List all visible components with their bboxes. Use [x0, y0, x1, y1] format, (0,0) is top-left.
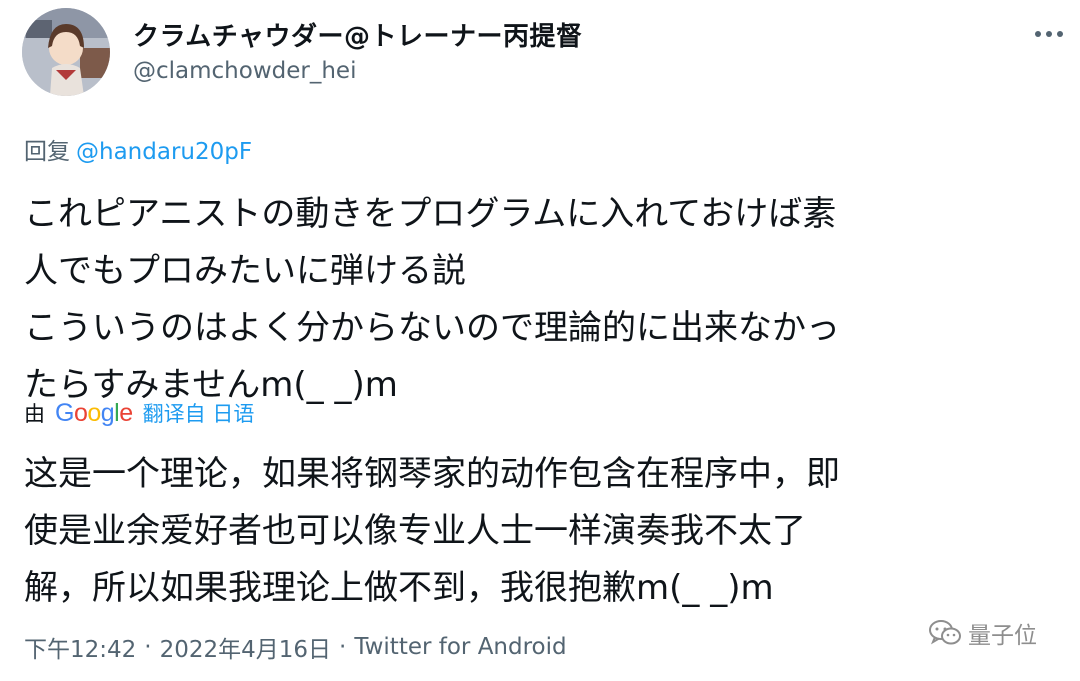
reply-prefix: 回复 — [24, 139, 70, 165]
more-options-icon[interactable] — [1027, 12, 1071, 56]
reply-context: 回复 @handaru20pF — [24, 132, 252, 166]
tweet-time-link[interactable]: 下午12:42 — [24, 630, 136, 664]
translated-text: 这是一个理论，如果将钢琴家的动作包含在程序中，即 使是业余爱好者也可以像专业人士… — [24, 454, 840, 608]
google-letter: o — [87, 399, 101, 427]
google-letter: o — [73, 399, 88, 427]
display-name[interactable]: クラムチャウダー@トレーナー丙提督 — [133, 16, 582, 53]
wechat-icon — [929, 620, 961, 645]
tweet-date-link[interactable]: 2022年4月16日 — [160, 630, 331, 664]
more-dot — [1046, 31, 1052, 37]
user-handle[interactable]: @clamchowder_hei — [133, 58, 356, 84]
google-letter: e — [119, 399, 133, 427]
reply-mention-link[interactable]: @handaru20pF — [76, 139, 252, 165]
meta-separator: · — [339, 634, 347, 660]
meta-separator: · — [144, 634, 152, 660]
avatar[interactable] — [22, 8, 110, 96]
translation-attribution: 由 Google 翻译自 日语 — [24, 398, 254, 428]
google-logo: Google — [55, 399, 133, 428]
more-dot — [1035, 31, 1041, 37]
google-letter: G — [55, 399, 74, 427]
more-dot — [1057, 31, 1063, 37]
watermark: 量子位 — [928, 616, 1037, 650]
watermark-text: 量子位 — [968, 623, 1037, 649]
tweet-text: これピアニストの動きをプログラムに入れておけば素 人でもプロみたいに弾ける説 こ… — [24, 194, 840, 405]
avatar-image — [22, 8, 110, 96]
tweet-source-link[interactable]: Twitter for Android — [354, 634, 566, 660]
tweet-metadata: 下午12:42 · 2022年4月16日 · Twitter for Andro… — [24, 630, 567, 664]
translated-from-link[interactable]: 翻译自 日语 — [143, 398, 255, 428]
translation-prefix: 由 — [24, 402, 45, 426]
google-letter: g — [100, 399, 115, 427]
